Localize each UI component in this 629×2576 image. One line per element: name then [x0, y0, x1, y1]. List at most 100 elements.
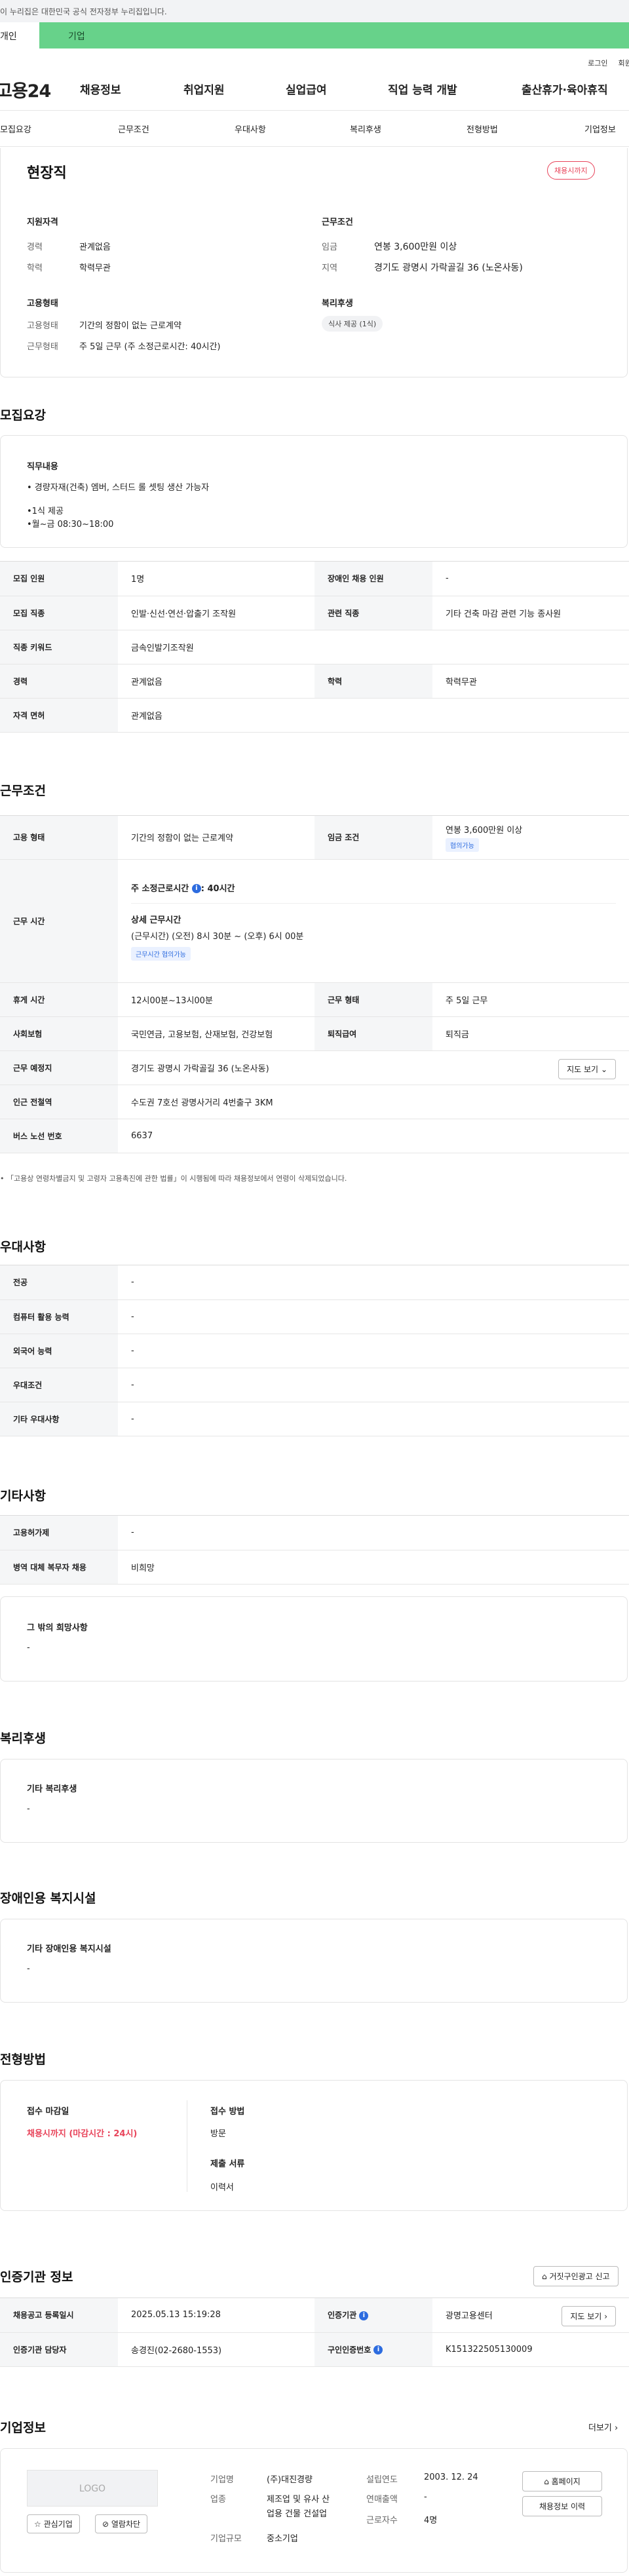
- disab-box-heading: 기타 장애인용 복지시설: [27, 1944, 111, 1954]
- menu-employment-support[interactable]: 취업지원: [183, 81, 225, 97]
- employment-heading: 고용형태: [27, 299, 58, 309]
- tab-welfare[interactable]: 복리후생: [350, 123, 381, 135]
- other-wish-card: 그 밖의 희망사항 -: [0, 1596, 628, 1682]
- row-value: -: [118, 1334, 629, 1368]
- row-label: 구인인증번호 i: [314, 2332, 432, 2367]
- row-value: 관계없음: [118, 664, 314, 699]
- place-value: 경기도 광명시 가락골길 36 (노온사동): [131, 1064, 269, 1074]
- home-icon: ⌂: [542, 2272, 547, 2281]
- tab-recruit[interactable]: 모집요강: [0, 123, 31, 135]
- detail-hours-heading: 상세 근무시간: [131, 915, 181, 925]
- menu-job-training[interactable]: 직업 능력 개발: [388, 81, 457, 97]
- block-view-button[interactable]: ⊘ 열람차단: [95, 2514, 148, 2533]
- row-label: 채용공고 등록일시: [0, 2298, 118, 2333]
- tab-work[interactable]: 근무조건: [118, 123, 149, 135]
- table-row: 고용허가제 -: [0, 1516, 629, 1550]
- qualification-heading: 지원자격: [27, 218, 58, 227]
- section-tabs: 모집요강 근무조건 우대사항 복리후생 전형방법 기업정보: [0, 110, 629, 147]
- company-name-label: 기업명: [210, 2475, 234, 2485]
- report-button[interactable]: ⌂ 거짓구인광고 신고: [533, 2266, 619, 2286]
- row-label: 인증기관 i: [314, 2298, 432, 2333]
- row-label: 모집 인원: [0, 562, 118, 596]
- work-table: 고용 형태 기간의 정함이 없는 근로계약 임금 조건 연봉 3,600만원 이…: [0, 815, 629, 1153]
- employees-label: 근로자수: [366, 2516, 398, 2526]
- table-row: 외국어 능력 -: [0, 1334, 629, 1368]
- table-row: 근무 예정지 경기도 광명시 가락골길 36 (노온사동) 지도 보기 ⌄: [0, 1050, 629, 1085]
- time-cell: 주 소정근로시간 i: 40시간 상세 근무시간 (근무시간) (오전) 8시 …: [118, 859, 629, 983]
- join-link[interactable]: 회원가입: [619, 58, 629, 68]
- info-icon[interactable]: i: [191, 884, 201, 893]
- favorite-company-button[interactable]: ☆ 관심기업: [27, 2514, 80, 2533]
- table-row: 채용공고 등록일시 2025.05.13 15:19:28 인증기관 i 광명고…: [0, 2298, 629, 2333]
- company-size-label: 기업규모: [210, 2534, 242, 2544]
- company-name-value: (주)대진경량: [267, 2475, 313, 2485]
- tab-company[interactable]: 기업정보: [584, 123, 616, 135]
- login-link[interactable]: 로그인: [588, 58, 607, 68]
- pref-table: 전공 - 컴퓨터 활용 능력 - 외국어 능력 - 우대조건 - 기타 우대사항 -: [0, 1265, 629, 1436]
- row-value: 주 5일 근무: [432, 982, 629, 1017]
- row-value: -: [118, 1516, 629, 1550]
- row-label: 버스 노선 번호: [0, 1119, 118, 1153]
- other-wish-heading: 그 밖의 희망사항: [27, 1623, 88, 1633]
- career-value: 관계없음: [79, 242, 111, 252]
- tab-company[interactable]: 기업: [39, 22, 629, 48]
- deadline-badge: 채용시까지: [547, 161, 595, 180]
- company-more-link[interactable]: 더보기 ›: [588, 2421, 618, 2433]
- agency-map-button[interactable]: 지도 보기 ›: [562, 2306, 616, 2326]
- sales-value: -: [424, 2492, 427, 2502]
- duty-heading: 직무내용: [27, 462, 58, 472]
- map-view-button[interactable]: 지도 보기 ⌄: [558, 1058, 616, 1079]
- row-value: -: [118, 1368, 629, 1402]
- method-heading: 접수 방법: [210, 2107, 245, 2117]
- weekly-hours: 주 소정근로시간 i: 40시간: [131, 883, 235, 894]
- row-label: 인근 전철역: [0, 1085, 118, 1119]
- hours-negotiable-chip: 근무시간 협의가능: [131, 946, 191, 961]
- wage-value: 연봉 3,600만원 이상: [446, 825, 523, 836]
- menu-unemployment-benefit[interactable]: 실업급여: [286, 81, 327, 97]
- row-label: 근무 예정지: [0, 1050, 118, 1085]
- info-icon[interactable]: i: [359, 2311, 369, 2320]
- agency-cell: 광명고용센터 지도 보기 ›: [432, 2298, 629, 2333]
- industry-value-1: 제조업 및 유사 산: [267, 2495, 330, 2505]
- menu-parental-leave[interactable]: 출산휴가·육아휴직: [522, 81, 608, 97]
- hiring-history-button[interactable]: 채용정보 이력: [522, 2496, 602, 2516]
- info-icon[interactable]: i: [373, 2345, 383, 2355]
- education-label: 학력: [27, 263, 43, 273]
- disab-box-value: -: [27, 1964, 30, 1974]
- education-value: 학력무관: [79, 263, 111, 273]
- row-label: 고용허가제: [0, 1516, 118, 1550]
- recruit-table: 모집 인원 1명 장애인 채용 인원 - 모집 직종 인발·신선·연선·압출기 조작원 관…: [0, 561, 629, 733]
- row-label: 근무 형태: [314, 982, 432, 1017]
- row-label: 인증기관 담당자: [0, 2332, 118, 2367]
- block-icon: ⊘: [102, 2520, 109, 2529]
- row-value: 기타 건축 마감 관련 기능 종사원: [432, 596, 629, 630]
- disab-card: 기타 장애인용 복지시설 -: [0, 1919, 628, 2003]
- tab-individual[interactable]: 개인: [0, 22, 39, 48]
- job-title: 현장직: [27, 165, 67, 182]
- row-value: 송경진(02-2680-1553): [118, 2332, 314, 2367]
- row-label: 퇴직급여: [314, 1016, 432, 1051]
- docs-heading: 제출 서류: [210, 2159, 245, 2169]
- established-label: 설립연도: [366, 2475, 398, 2485]
- row-label: 관련 직종: [314, 596, 432, 630]
- company-logo: LOGO: [27, 2470, 158, 2507]
- global-nav: 고용24 채용정보 취업지원 실업급여 직업 능력 개발 출산휴가·육아휴직: [0, 68, 629, 110]
- row-value: 금속인발기조작원: [118, 630, 629, 664]
- row-value: 2025.05.13 15:19:28: [118, 2298, 314, 2333]
- site-logo[interactable]: 고용24: [0, 77, 80, 102]
- row-value: 12시00분~13시00분: [118, 982, 314, 1017]
- disab-heading: 장애인용 복지시설: [0, 1891, 96, 1906]
- table-row: 모집 인원 1명 장애인 채용 인원 -: [0, 562, 629, 596]
- tab-process[interactable]: 전형방법: [467, 123, 498, 135]
- row-value: K151322505130009: [432, 2332, 629, 2367]
- tab-pref[interactable]: 우대사항: [235, 123, 266, 135]
- wage-negotiable-chip: 협의가능: [446, 837, 479, 852]
- industry-label: 업종: [210, 2495, 226, 2505]
- homepage-button[interactable]: ⌂ 홈페이지: [522, 2471, 602, 2491]
- row-value: -: [118, 1299, 629, 1334]
- duty-line-3: •월~금 08:30~18:00: [27, 520, 114, 529]
- menu-jobs[interactable]: 채용정보: [80, 81, 121, 97]
- welfare-heading: 복리후생: [322, 299, 353, 309]
- process-card: 접수 마감일 채용시까지 (마감시간 : 24시) 접수 방법 방문 제출 서류…: [0, 2080, 628, 2211]
- row-label: 근무 시간: [0, 859, 118, 983]
